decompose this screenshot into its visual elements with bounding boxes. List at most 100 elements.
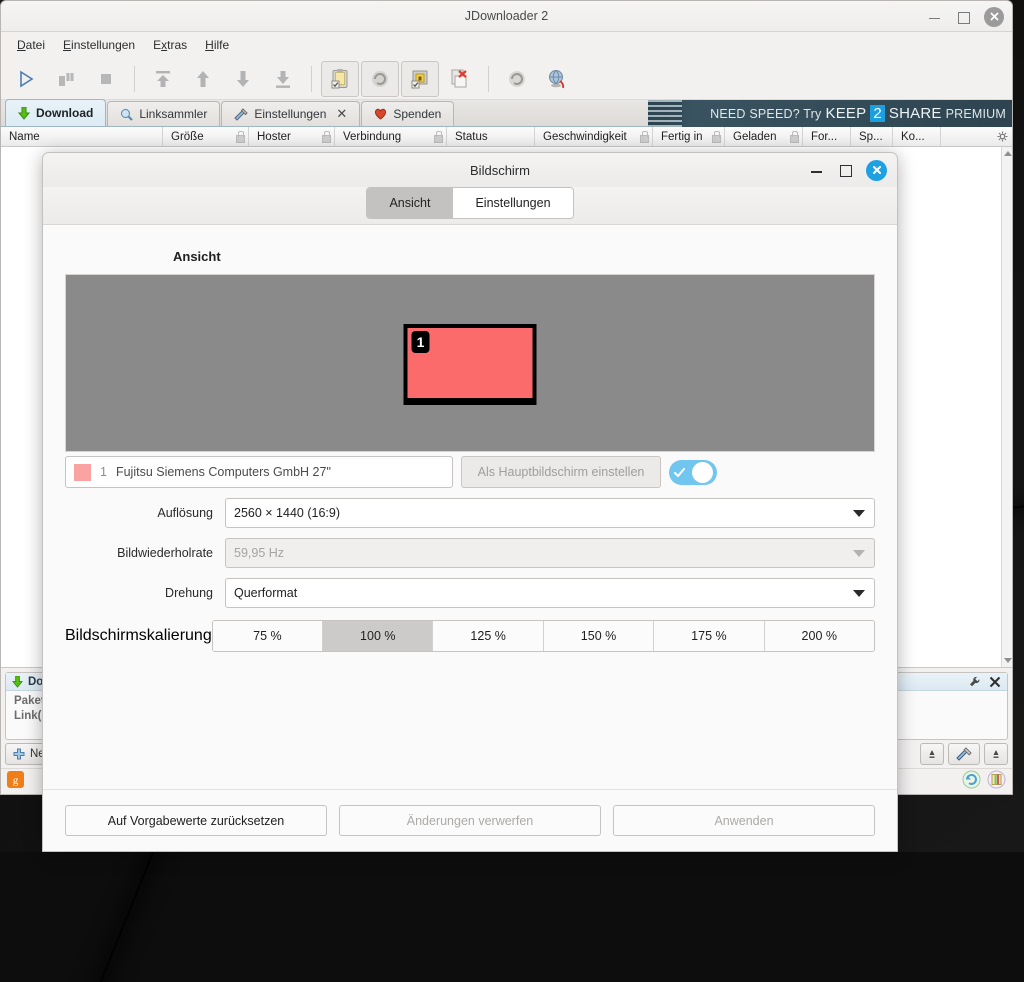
drag-handle-icon bbox=[992, 747, 1000, 761]
close-dialog-button[interactable] bbox=[866, 160, 887, 181]
monitor-select-dropdown[interactable]: 1 Fujitsu Siemens Computers GmbH 27" bbox=[65, 456, 453, 488]
resolution-value: 2560 × 1440 (16:9) bbox=[234, 506, 340, 520]
move-to-top-button[interactable] bbox=[144, 61, 182, 97]
scroll-up-arrow-icon[interactable] bbox=[1004, 151, 1012, 156]
scroll-down-arrow-icon[interactable] bbox=[1004, 658, 1012, 663]
start-downloads-button[interactable] bbox=[7, 61, 45, 97]
banner-highlight: 2 bbox=[870, 105, 885, 122]
monitor-select-name: Fujitsu Siemens Computers GmbH 27" bbox=[116, 465, 331, 479]
move-up-icon bbox=[192, 68, 214, 90]
toolbar-separator-1 bbox=[134, 66, 135, 92]
downloads-table-header: Name Größe Hoster Verbindung Status Gesc… bbox=[1, 127, 1012, 147]
tab-ansicht[interactable]: Ansicht bbox=[367, 188, 453, 218]
resolution-select[interactable]: 2560 × 1440 (16:9) bbox=[225, 498, 875, 528]
move-up-button[interactable] bbox=[184, 61, 222, 97]
column-header-format[interactable]: For... bbox=[803, 127, 851, 146]
scaling-option-100[interactable]: 100 % bbox=[323, 621, 433, 651]
column-label: Fertig in bbox=[661, 131, 703, 143]
reconnect-icon bbox=[369, 68, 391, 90]
scaling-option-175[interactable]: 175 % bbox=[654, 621, 764, 651]
chevron-down-icon bbox=[853, 590, 865, 597]
menu-hilfe[interactable]: Hilfe bbox=[197, 35, 237, 55]
column-header-groesse[interactable]: Größe bbox=[163, 127, 249, 146]
tab-einstellungen[interactable]: Einstellungen bbox=[453, 188, 572, 218]
monitor-enabled-toggle[interactable] bbox=[669, 460, 717, 485]
premium-accounts-button[interactable] bbox=[401, 61, 439, 97]
monitor-select-number: 1 bbox=[100, 465, 107, 479]
column-label: Ko... bbox=[901, 131, 925, 143]
column-chooser-button[interactable] bbox=[941, 127, 1012, 146]
downloads-info-tools bbox=[969, 676, 1001, 688]
promo-banner[interactable]: NEED SPEED? Try KEEP 2 SHARE PREMIUM bbox=[648, 100, 1012, 127]
downloads-settings-button[interactable] bbox=[948, 743, 980, 765]
tab-einstellungen-close-icon[interactable]: ✕ bbox=[336, 106, 347, 122]
chevron-down-icon bbox=[853, 550, 865, 557]
toggle-knob bbox=[692, 462, 713, 483]
column-header-sp[interactable]: Sp... bbox=[851, 127, 893, 146]
banner-stripes bbox=[648, 100, 682, 127]
rotation-value: Querformat bbox=[234, 586, 297, 600]
stop-icon bbox=[96, 69, 116, 89]
lock-icon bbox=[235, 131, 244, 142]
menu-extras[interactable]: Extras bbox=[145, 35, 195, 55]
reconnect-button[interactable] bbox=[361, 61, 399, 97]
column-label: Hoster bbox=[257, 131, 291, 143]
clipboard-monitor-button[interactable] bbox=[321, 61, 359, 97]
update-button[interactable] bbox=[962, 770, 981, 794]
set-primary-monitor-button[interactable]: Als Hauptbildschirm einstellen bbox=[461, 456, 661, 488]
banner-part1: NEED SPEED? Try bbox=[710, 107, 821, 121]
tab-download[interactable]: Download bbox=[5, 99, 106, 126]
close-icon[interactable] bbox=[989, 676, 1001, 688]
wrench-icon[interactable] bbox=[969, 676, 981, 688]
scaling-option-75[interactable]: 75 % bbox=[213, 621, 323, 651]
scaling-option-150[interactable]: 150 % bbox=[544, 621, 654, 651]
reset-defaults-button[interactable]: Auf Vorgabewerte zurücksetzen bbox=[65, 805, 327, 836]
delete-finished-button[interactable] bbox=[441, 61, 479, 97]
move-to-bottom-button[interactable] bbox=[264, 61, 302, 97]
rotation-row: Drehung Querformat bbox=[65, 578, 875, 608]
tab-spenden-label: Spenden bbox=[393, 107, 441, 121]
bottom-strip-handle-right[interactable] bbox=[984, 743, 1008, 765]
tab-linksammler[interactable]: Linksammler bbox=[107, 101, 220, 126]
global-settings-button[interactable] bbox=[538, 61, 576, 97]
tab-spenden[interactable]: Spenden bbox=[361, 101, 454, 126]
move-down-button[interactable] bbox=[224, 61, 262, 97]
screen-settings-dialog: Bildschirm Ansicht Einstellungen Ansicht… bbox=[42, 152, 898, 852]
scaling-button-group: 75 % 100 % 125 % 150 % 175 % 200 % bbox=[212, 620, 875, 652]
rotation-select[interactable]: Querformat bbox=[225, 578, 875, 608]
monitor-preview-1[interactable]: 1 bbox=[404, 324, 537, 402]
banner-text: NEED SPEED? Try KEEP 2 SHARE PREMIUM bbox=[710, 105, 1012, 122]
dialog-titlebar: Bildschirm bbox=[43, 153, 897, 187]
close-window-button[interactable] bbox=[984, 7, 1004, 27]
globe-icon bbox=[546, 68, 568, 90]
move-to-bottom-icon bbox=[272, 68, 294, 90]
pause-downloads-button[interactable] bbox=[47, 61, 85, 97]
menu-einstellungen[interactable]: Einstellungen bbox=[55, 35, 143, 55]
column-header-status[interactable]: Status bbox=[447, 127, 535, 146]
menu-einstellungen-rest: instellungen bbox=[71, 38, 135, 52]
stop-downloads-button[interactable] bbox=[87, 61, 125, 97]
bottom-strip-handle-left[interactable] bbox=[920, 743, 944, 765]
column-header-geschwindigkeit[interactable]: Geschwindigkeit bbox=[535, 127, 653, 146]
column-header-geladen[interactable]: Geladen bbox=[725, 127, 803, 146]
downloads-vertical-scrollbar[interactable] bbox=[1001, 147, 1012, 667]
minimize-window-button[interactable] bbox=[928, 10, 942, 24]
jdownloader-logo-button[interactable]: g bbox=[7, 771, 24, 793]
scaling-option-125[interactable]: 125 % bbox=[433, 621, 543, 651]
column-header-name[interactable]: Name bbox=[1, 127, 163, 146]
extract-button[interactable] bbox=[987, 770, 1006, 794]
maximize-window-button[interactable] bbox=[956, 10, 970, 24]
section-title-ansicht: Ansicht bbox=[173, 249, 875, 264]
column-header-ko[interactable]: Ko... bbox=[893, 127, 941, 146]
column-header-fertig-in[interactable]: Fertig in bbox=[653, 127, 725, 146]
column-header-verbindung[interactable]: Verbindung bbox=[335, 127, 447, 146]
tab-einstellungen[interactable]: Einstellungen ✕ bbox=[221, 101, 360, 126]
column-header-hoster[interactable]: Hoster bbox=[249, 127, 335, 146]
scaling-option-200[interactable]: 200 % bbox=[765, 621, 874, 651]
monitor-preview-area[interactable]: 1 bbox=[65, 274, 875, 452]
minimize-dialog-button[interactable] bbox=[810, 163, 824, 177]
maximize-dialog-button[interactable] bbox=[838, 163, 852, 177]
lock-icon bbox=[409, 68, 431, 90]
menu-datei[interactable]: Datei bbox=[9, 35, 53, 55]
refresh-button[interactable] bbox=[498, 61, 536, 97]
